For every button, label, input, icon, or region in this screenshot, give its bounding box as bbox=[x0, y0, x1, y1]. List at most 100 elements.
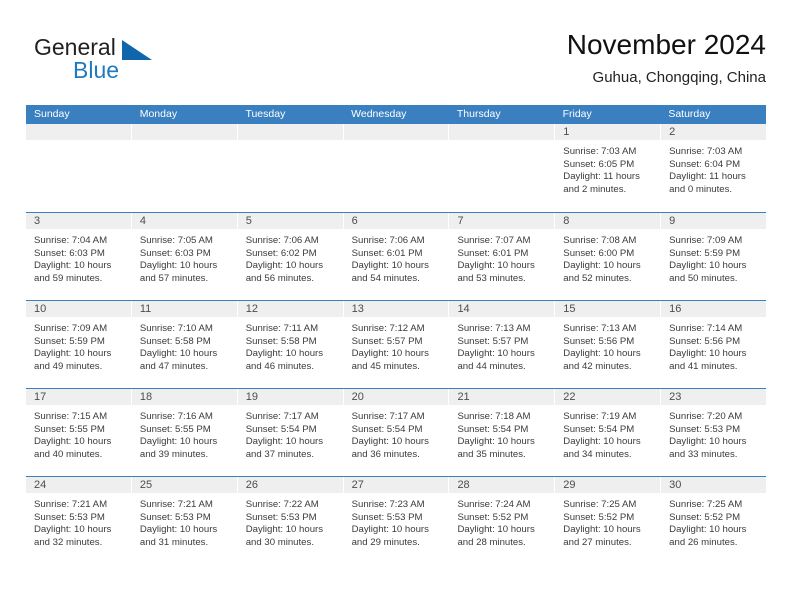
day-number-band: 3 bbox=[26, 213, 131, 230]
calendar-day-cell[interactable]: 4 Sunrise: 7:05 AM Sunset: 6:03 PM Daylight… bbox=[131, 213, 238, 300]
day-number: 28 bbox=[457, 479, 470, 491]
calendar-day-cell[interactable]: 14 Sunrise: 7:13 AM Sunset: 5:57 PM Dayligh… bbox=[449, 301, 556, 388]
day-number-band: 1 bbox=[555, 124, 661, 141]
day-detail-line: Sunrise: 7:21 AM bbox=[139, 499, 213, 510]
weekday-header-thursday: Thursday bbox=[456, 108, 501, 120]
day-detail-line: and 33 minutes. bbox=[669, 448, 738, 460]
day-details: Sunrise: 7:03 AM Sunset: 6:04 PM Daylight:… bbox=[661, 141, 766, 196]
day-detail-line: Sunset: 6:03 PM bbox=[139, 247, 211, 259]
day-details: Sunrise: 7:22 AM Sunset: 5:53 PM Daylight:… bbox=[238, 494, 343, 549]
day-detail-line: and 36 minutes. bbox=[351, 448, 420, 460]
day-details: Sunrise: 7:13 AM Sunset: 5:57 PM Daylight:… bbox=[449, 318, 554, 373]
calendar-day-cell[interactable]: 13 Sunrise: 7:12 AM Sunset: 5:57 PM Dayligh… bbox=[343, 301, 450, 388]
day-detail-line: Sunrise: 7:08 AM bbox=[563, 235, 637, 246]
day-detail-line: and 30 minutes. bbox=[245, 536, 314, 548]
day-details: Sunrise: 7:23 AM Sunset: 5:53 PM Daylight:… bbox=[344, 494, 449, 549]
calendar-day-cell[interactable]: 18 Sunrise: 7:16 AM Sunset: 5:55 PM Dayligh… bbox=[131, 389, 238, 476]
day-number: 29 bbox=[563, 479, 576, 491]
day-details: Sunrise: 7:09 AM Sunset: 5:59 PM Daylight:… bbox=[661, 230, 766, 285]
day-detail-line: Sunrise: 7:09 AM bbox=[34, 323, 108, 334]
brand-logo[interactable]: General Blue bbox=[34, 34, 214, 90]
calendar-day-cell[interactable]: 28 Sunrise: 7:24 AM Sunset: 5:52 PM Dayligh… bbox=[449, 477, 556, 564]
day-detail-line: Sunset: 5:58 PM bbox=[139, 335, 211, 347]
day-number: 2 bbox=[669, 126, 676, 138]
calendar-day-cell[interactable]: 20 Sunrise: 7:17 AM Sunset: 5:54 PM Dayligh… bbox=[343, 389, 450, 476]
day-number: 19 bbox=[245, 391, 258, 403]
calendar-week-row: 10 Sunrise: 7:09 AM Sunset: 5:59 PM Dayligh… bbox=[26, 300, 767, 388]
weekday-header-friday: Friday bbox=[562, 108, 592, 120]
day-details: Sunrise: 7:24 AM Sunset: 5:52 PM Daylight:… bbox=[449, 494, 554, 549]
day-detail-line: and 26 minutes. bbox=[669, 536, 738, 548]
day-details: Sunrise: 7:10 AM Sunset: 5:58 PM Daylight:… bbox=[132, 318, 237, 373]
day-detail-line: Sunrise: 7:20 AM bbox=[669, 411, 743, 422]
day-detail-line: Sunset: 6:01 PM bbox=[351, 247, 423, 259]
calendar-day-cell[interactable]: 10 Sunrise: 7:09 AM Sunset: 5:59 PM Dayligh… bbox=[26, 301, 132, 388]
calendar-day-cell[interactable]: 27 Sunrise: 7:23 AM Sunset: 5:53 PM Dayligh… bbox=[343, 477, 450, 564]
calendar-day-cell[interactable]: 30 Sunrise: 7:25 AM Sunset: 5:52 PM Dayligh… bbox=[661, 477, 767, 564]
calendar-day-cell[interactable]: 2 Sunrise: 7:03 AM Sunset: 6:04 PM Daylight… bbox=[661, 124, 767, 212]
calendar-day-cell[interactable]: 12 Sunrise: 7:11 AM Sunset: 5:58 PM Dayligh… bbox=[237, 301, 344, 388]
day-detail-line: Sunrise: 7:17 AM bbox=[245, 411, 319, 422]
calendar-day-cell[interactable]: 11 Sunrise: 7:10 AM Sunset: 5:58 PM Dayligh… bbox=[131, 301, 238, 388]
day-detail-line: Daylight: 10 hours bbox=[669, 524, 747, 536]
day-detail-line: and 42 minutes. bbox=[563, 360, 632, 372]
brand-triangle-icon bbox=[122, 40, 152, 60]
weekday-header-monday: Monday bbox=[139, 108, 178, 120]
day-detail-line: Daylight: 10 hours bbox=[457, 260, 535, 272]
day-detail-line: Daylight: 10 hours bbox=[669, 436, 747, 448]
calendar-day-cell[interactable]: 1 Sunrise: 7:03 AM Sunset: 6:05 PM Daylight… bbox=[555, 124, 662, 212]
day-number-band: 19 bbox=[237, 389, 343, 406]
calendar-day-cell[interactable]: 22 Sunrise: 7:19 AM Sunset: 5:54 PM Dayligh… bbox=[555, 389, 662, 476]
weekday-header-tuesday: Tuesday bbox=[245, 108, 286, 120]
page-title: November 2024 bbox=[566, 29, 766, 60]
calendar-day-cell[interactable]: 19 Sunrise: 7:17 AM Sunset: 5:54 PM Dayligh… bbox=[237, 389, 344, 476]
day-details: Sunrise: 7:04 AM Sunset: 6:03 PM Daylight:… bbox=[26, 230, 131, 285]
day-detail-line: Sunrise: 7:10 AM bbox=[139, 323, 213, 334]
day-number-band: 17 bbox=[26, 389, 131, 406]
day-detail-line: Sunrise: 7:06 AM bbox=[245, 235, 319, 246]
brand-name-blue: Blue bbox=[73, 57, 120, 83]
day-detail-line: Sunset: 5:53 PM bbox=[669, 423, 741, 435]
day-number: 5 bbox=[245, 215, 252, 227]
day-detail-line: Daylight: 10 hours bbox=[139, 436, 218, 448]
day-number-band: 28 bbox=[449, 477, 555, 494]
calendar-day-cell[interactable]: 8 Sunrise: 7:08 AM Sunset: 6:00 PM Daylight… bbox=[555, 213, 662, 300]
day-details: Sunrise: 7:06 AM Sunset: 6:01 PM Daylight:… bbox=[344, 230, 449, 285]
calendar-day-cell-empty bbox=[26, 124, 132, 212]
day-detail-line: and 50 minutes. bbox=[669, 272, 738, 284]
day-details: Sunrise: 7:20 AM Sunset: 5:53 PM Daylight:… bbox=[661, 406, 766, 461]
day-number: 30 bbox=[669, 479, 682, 491]
day-number-band: 9 bbox=[661, 213, 767, 230]
calendar-day-cell[interactable]: 16 Sunrise: 7:14 AM Sunset: 5:56 PM Dayligh… bbox=[661, 301, 767, 388]
day-detail-line: Sunset: 5:56 PM bbox=[563, 335, 635, 347]
day-number: 22 bbox=[563, 391, 576, 403]
calendar-page: General Blue November 2024 Guhua, Chongq… bbox=[0, 0, 792, 612]
calendar-day-cell[interactable]: 29 Sunrise: 7:25 AM Sunset: 5:52 PM Dayligh… bbox=[555, 477, 662, 564]
day-detail-line: and 59 minutes. bbox=[34, 272, 103, 284]
day-detail-line: Sunset: 5:53 PM bbox=[351, 511, 423, 523]
calendar-day-cell[interactable]: 9 Sunrise: 7:09 AM Sunset: 5:59 PM Daylight… bbox=[661, 213, 767, 300]
weekday-header-saturday: Saturday bbox=[668, 108, 711, 120]
day-detail-line: and 40 minutes. bbox=[34, 448, 103, 460]
day-number: 25 bbox=[139, 479, 153, 491]
day-detail-line: Sunset: 6:04 PM bbox=[669, 158, 741, 170]
calendar-weeks: 1 Sunrise: 7:03 AM Sunset: 6:05 PM Daylight… bbox=[26, 124, 767, 564]
day-number: 7 bbox=[457, 215, 464, 227]
calendar-day-cell[interactable]: 3 Sunrise: 7:04 AM Sunset: 6:03 PM Daylight… bbox=[26, 213, 132, 300]
day-detail-line: Daylight: 10 hours bbox=[351, 436, 429, 448]
calendar-day-cell[interactable]: 17 Sunrise: 7:15 AM Sunset: 5:55 PM Dayligh… bbox=[26, 389, 132, 476]
day-number-band: 16 bbox=[661, 301, 767, 318]
calendar-day-cell[interactable]: 15 Sunrise: 7:13 AM Sunset: 5:56 PM Dayligh… bbox=[555, 301, 662, 388]
calendar-day-cell[interactable]: 23 Sunrise: 7:20 AM Sunset: 5:53 PM Dayligh… bbox=[661, 389, 767, 476]
calendar-day-cell[interactable]: 24 Sunrise: 7:21 AM Sunset: 5:53 PM Dayligh… bbox=[26, 477, 132, 564]
day-number-band: 25 bbox=[131, 477, 237, 494]
calendar-day-cell[interactable]: 26 Sunrise: 7:22 AM Sunset: 5:53 PM Dayligh… bbox=[237, 477, 344, 564]
calendar-day-cell[interactable]: 5 Sunrise: 7:06 AM Sunset: 6:02 PM Daylight… bbox=[237, 213, 344, 300]
day-details bbox=[26, 141, 131, 146]
calendar-day-cell[interactable]: 6 Sunrise: 7:06 AM Sunset: 6:01 PM Daylight… bbox=[343, 213, 450, 300]
day-number: 21 bbox=[457, 391, 470, 403]
day-number: 20 bbox=[351, 391, 364, 403]
calendar-day-cell[interactable]: 25 Sunrise: 7:21 AM Sunset: 5:53 PM Dayligh… bbox=[131, 477, 238, 564]
calendar-day-cell[interactable]: 21 Sunrise: 7:18 AM Sunset: 5:54 PM Dayligh… bbox=[449, 389, 556, 476]
calendar-day-cell[interactable]: 7 Sunrise: 7:07 AM Sunset: 6:01 PM Daylight… bbox=[449, 213, 556, 300]
